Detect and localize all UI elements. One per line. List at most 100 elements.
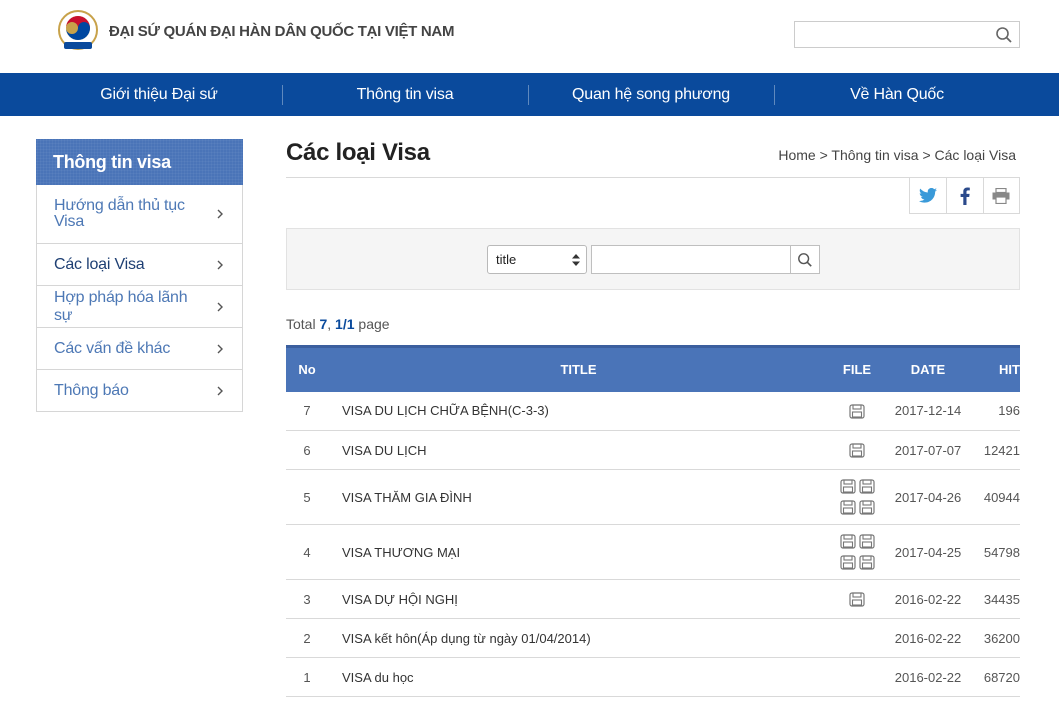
col-header-date: DATE (910, 362, 946, 378)
floppy-disk-icon[interactable] (858, 534, 875, 549)
floppy-disk-icon[interactable] (849, 443, 865, 458)
sidebar-item-label: Thông báo (54, 381, 129, 399)
row-title-link[interactable]: VISA kết hôn(Áp dụng từ ngày 01/04/2014) (328, 618, 829, 658)
table-row[interactable]: 3 VISA DỰ HỘI NGHỊ 2016-02-22 34435 (286, 579, 1020, 619)
row-files (829, 618, 885, 658)
row-files (829, 657, 885, 697)
facebook-share-button[interactable] (946, 178, 982, 213)
row-date: 2016-02-22 (885, 657, 971, 697)
col-header-no: No (298, 362, 316, 378)
floppy-disk-icon[interactable] (858, 479, 875, 494)
table-body: 7 VISA DU LỊCH CHỮA BỆNH(C-3-3) 2017-12-14… (286, 391, 1020, 697)
chevron-right-icon (217, 386, 223, 395)
total-sep: , (327, 316, 336, 332)
nav-item-ambassador[interactable]: Giới thiệu Đại sứ (36, 73, 282, 116)
page-indicator: 1/1 (335, 316, 355, 332)
search-field-value: title (496, 252, 517, 267)
row-title-link[interactable]: VISA DU LỊCH CHỮA BỆNH(C-3-3) (328, 391, 829, 431)
attachment-icons (849, 404, 865, 419)
row-hit: 40944 (971, 469, 1020, 525)
nav-item-bilateral[interactable]: Quan hệ song phương (528, 73, 774, 116)
floppy-disk-icon[interactable] (849, 404, 865, 419)
row-title-link[interactable]: VISA DU LỊCH (328, 430, 829, 470)
floppy-disk-icon[interactable] (839, 534, 856, 549)
sidebar-item-label: Các loại Visa (54, 255, 145, 273)
row-files (829, 524, 885, 580)
floppy-disk-icon[interactable] (839, 479, 856, 494)
table-header-row: No TITLE FILE DATE HIT (286, 346, 1020, 392)
search-icon[interactable] (995, 26, 1013, 44)
search-icon (798, 252, 812, 267)
row-title-link[interactable]: VISA du học (328, 657, 829, 697)
board-search-panel: title (286, 228, 1020, 290)
table-row[interactable]: 2 VISA kết hôn(Áp dụng từ ngày 01/04/2014… (286, 618, 1020, 658)
embassy-emblem-icon[interactable] (56, 10, 100, 52)
site-title[interactable]: ĐẠI SỨ QUÁN ĐẠI HÀN DÂN QUỐC TẠI VIỆT NA… (109, 23, 454, 40)
table-row[interactable]: 7 VISA DU LỊCH CHỮA BỆNH(C-3-3) 2017-12-14… (286, 391, 1020, 431)
row-hit: 196 (971, 391, 1020, 431)
row-hit: 68720 (971, 657, 1020, 697)
sidebar-item-label: Hợp pháp hóa lãnh sự (54, 288, 188, 324)
total-suffix: page (354, 316, 390, 332)
row-date: 2017-04-25 (885, 524, 971, 580)
select-arrows-icon (572, 254, 580, 266)
floppy-disk-icon[interactable] (839, 500, 856, 515)
row-title-link[interactable]: VISA DỰ HỘI NGHỊ (328, 579, 829, 619)
sidebar-item-label: Các vấn đề khác (54, 339, 171, 357)
floppy-disk-icon[interactable] (858, 500, 875, 515)
attachment-icons (849, 592, 865, 607)
table-row[interactable]: 6 VISA DU LỊCH 2017-07-07 12421 (286, 430, 1020, 470)
share-toolbar (909, 178, 1020, 214)
table-row[interactable]: 4 VISA THƯƠNG MẠI 2017-04-25 54798 (286, 524, 1020, 580)
row-no: 3 (286, 579, 328, 619)
print-icon (992, 187, 1010, 204)
col-header-hit: HIT (999, 362, 1020, 378)
row-title-link[interactable]: VISA THƯƠNG MẠI (328, 524, 829, 580)
attachment-icons (849, 443, 865, 458)
main-nav: Giới thiệu Đại sứ Thông tin visa Quan hệ… (0, 73, 1059, 116)
board-search-button[interactable] (790, 245, 820, 274)
breadcrumb[interactable]: Home > Thông tin visa > Các loại Visa (778, 147, 1016, 163)
sidebar-item-other-issues[interactable]: Các vấn đề khác (37, 327, 242, 369)
floppy-disk-icon[interactable] (849, 592, 865, 607)
row-date: 2017-07-07 (885, 430, 971, 470)
total-prefix: Total (286, 316, 320, 332)
nav-item-korea[interactable]: Về Hàn Quốc (774, 73, 1020, 116)
chevron-right-icon (217, 260, 223, 269)
floppy-disk-icon[interactable] (839, 555, 856, 570)
sidebar-item-notices[interactable]: Thông báo (37, 369, 242, 411)
row-hit: 54798 (971, 524, 1020, 580)
table-row[interactable]: 5 VISA THĂM GIA ĐÌNH 2017-04-26 40944 (286, 469, 1020, 525)
print-button[interactable] (982, 178, 1019, 213)
row-hit: 12421 (971, 430, 1020, 470)
twitter-share-button[interactable] (910, 178, 946, 213)
row-no: 4 (286, 524, 328, 580)
sidebar-item-label: Hướng dẫn thủ tục Visa (54, 197, 185, 230)
floppy-disk-icon[interactable] (858, 555, 875, 570)
total-count: Total 7, 1/1 page (286, 316, 390, 332)
row-no: 2 (286, 618, 328, 658)
row-no: 1 (286, 657, 328, 697)
board-search-input[interactable] (591, 245, 791, 274)
row-date: 2017-12-14 (885, 391, 971, 431)
row-files (829, 430, 885, 470)
sidebar-list: Hướng dẫn thủ tục Visa Các loại Visa Hợp… (36, 185, 243, 412)
row-date: 2017-04-26 (885, 469, 971, 525)
sidebar-item-legalization[interactable]: Hợp pháp hóa lãnh sự (37, 285, 242, 327)
sidebar-heading: Thông tin visa (36, 139, 243, 185)
row-hit: 34435 (971, 579, 1020, 619)
header-search-input[interactable] (795, 22, 985, 47)
row-no: 5 (286, 469, 328, 525)
table-row[interactable]: 1 VISA du học 2016-02-22 68720 (286, 657, 1020, 697)
col-header-title: TITLE (560, 362, 597, 378)
search-field-select[interactable]: title (487, 245, 587, 274)
nav-item-visa-info[interactable]: Thông tin visa (282, 73, 528, 116)
row-title-link[interactable]: VISA THĂM GIA ĐÌNH (328, 469, 829, 525)
sidebar-item-visa-types[interactable]: Các loại Visa (37, 243, 242, 285)
row-no: 6 (286, 430, 328, 470)
sidebar: Thông tin visa Hướng dẫn thủ tục Visa Cá… (36, 139, 243, 412)
chevron-right-icon (217, 344, 223, 353)
sidebar-item-visa-procedure[interactable]: Hướng dẫn thủ tục Visa (37, 185, 242, 243)
row-date: 2016-02-22 (885, 579, 971, 619)
row-no: 7 (286, 391, 328, 431)
